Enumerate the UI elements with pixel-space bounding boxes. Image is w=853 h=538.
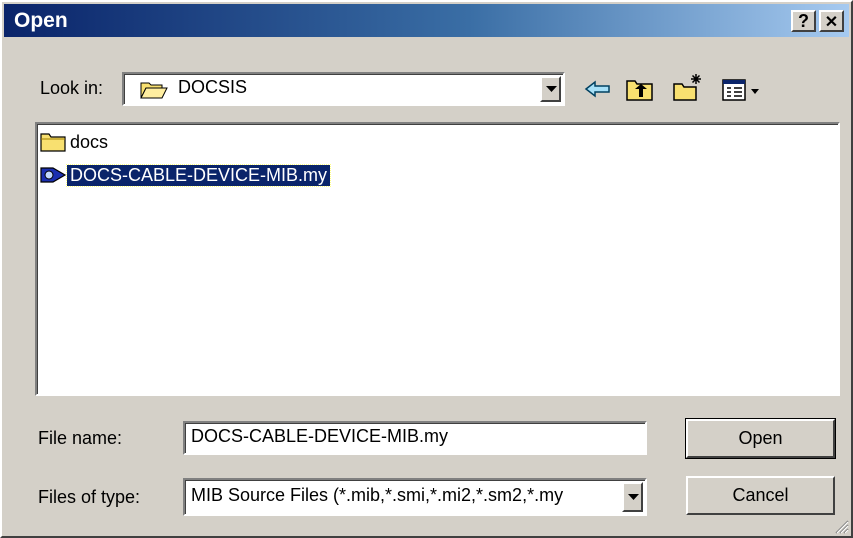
file-type-value-clip: MIB Source Files (*.mib,*.smi,*.mi2,*.sm… bbox=[187, 482, 619, 512]
open-button-label: Open bbox=[738, 428, 783, 448]
resize-grip-icon[interactable] bbox=[833, 518, 849, 534]
look-in-label: Look in: bbox=[40, 78, 104, 98]
file-type-dropdown-button[interactable] bbox=[622, 482, 643, 512]
close-button[interactable]: ✕ bbox=[819, 10, 844, 32]
file-type-label: Files of type: bbox=[38, 487, 141, 507]
file-name-label: File name: bbox=[38, 428, 123, 448]
cancel-button-label: Cancel bbox=[732, 485, 789, 505]
title-bar[interactable]: Open ? ✕ bbox=[4, 4, 849, 37]
look-in-combo[interactable]: DOCSIS bbox=[122, 72, 565, 106]
look-in-value: DOCSIS bbox=[178, 77, 248, 97]
close-icon: ✕ bbox=[824, 14, 839, 31]
file-type-combo[interactable]: MIB Source Files (*.mib,*.smi,*.mi2,*.sm… bbox=[183, 478, 647, 516]
chevron-down-icon bbox=[628, 494, 639, 500]
list-item-folder[interactable]: docs bbox=[39, 129, 111, 155]
list-item-label: docs bbox=[70, 131, 109, 152]
back-arrow-icon[interactable] bbox=[582, 74, 614, 104]
open-folder-icon bbox=[140, 82, 168, 99]
cancel-button[interactable]: Cancel bbox=[686, 476, 835, 515]
file-list[interactable]: docs DOCS-CABLE-DEVICE-MIB.my bbox=[35, 122, 840, 396]
mib-file-icon bbox=[40, 167, 67, 183]
help-button[interactable]: ? bbox=[791, 10, 816, 32]
chevron-down-icon bbox=[546, 86, 557, 92]
file-name-value: DOCS-CABLE-DEVICE-MIB.my bbox=[191, 426, 449, 446]
up-one-level-icon[interactable] bbox=[624, 74, 656, 104]
look-in-dropdown-button[interactable] bbox=[540, 76, 561, 102]
open-button[interactable]: Open bbox=[685, 418, 836, 459]
folder-icon bbox=[40, 133, 66, 152]
window-title: Open bbox=[14, 9, 68, 32]
file-type-value: MIB Source Files (*.mib,*.smi,*.mi2,*.sm… bbox=[191, 485, 564, 505]
list-item-label: DOCS-CABLE-DEVICE-MIB.my bbox=[65, 163, 332, 187]
list-item-file[interactable]: DOCS-CABLE-DEVICE-MIB.my bbox=[39, 162, 332, 188]
view-menu-icon[interactable] bbox=[720, 76, 764, 106]
file-name-field[interactable]: DOCS-CABLE-DEVICE-MIB.my bbox=[183, 421, 647, 455]
help-icon: ? bbox=[798, 11, 809, 31]
open-dialog: Open ? ✕ Look in: DOCSIS docs DOCS-CABLE… bbox=[0, 0, 853, 538]
new-folder-icon[interactable] bbox=[672, 72, 704, 102]
